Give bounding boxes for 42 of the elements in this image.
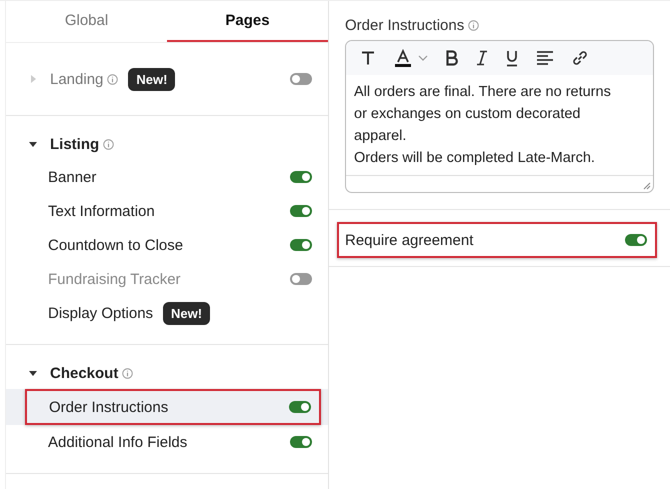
text-icon[interactable] bbox=[360, 50, 376, 66]
editor-paragraph: Orders will be completed Late-March. bbox=[354, 149, 596, 168]
align-left-icon[interactable] bbox=[536, 50, 554, 66]
bold-icon[interactable] bbox=[445, 50, 459, 66]
toggle-switch[interactable] bbox=[625, 234, 647, 246]
toggle-switch[interactable] bbox=[290, 171, 312, 183]
toggle-switch[interactable] bbox=[290, 73, 312, 85]
section-title: Landing bbox=[50, 70, 104, 88]
toggle-switch[interactable] bbox=[290, 205, 312, 217]
item-label: Additional Info Fields bbox=[48, 434, 188, 450]
section-title: Checkout bbox=[50, 364, 118, 382]
toggle-switch[interactable] bbox=[290, 239, 312, 251]
item-label: Text Information bbox=[48, 202, 155, 220]
new-badge: New! bbox=[128, 68, 176, 90]
caret-icon[interactable] bbox=[28, 139, 38, 149]
info-icon bbox=[107, 74, 118, 84]
toggle-switch[interactable] bbox=[289, 401, 311, 413]
item-label: Countdown to Close bbox=[48, 236, 184, 254]
font-color-icon[interactable] bbox=[393, 48, 413, 68]
editor-paragraph: All orders are final. There are no returns or exchanges on custom decorated apparel. bbox=[354, 83, 612, 146]
underline-icon[interactable] bbox=[505, 50, 519, 66]
section-title: Listing bbox=[50, 136, 100, 152]
item-label: Banner bbox=[48, 168, 96, 186]
info-icon bbox=[103, 138, 114, 150]
new-badge: New! bbox=[163, 302, 210, 324]
toggle-switch[interactable] bbox=[290, 436, 312, 448]
info-icon bbox=[468, 20, 480, 31]
selected-row[interactable]: Order Instructions bbox=[6, 389, 328, 425]
chevron-down-icon[interactable] bbox=[418, 55, 428, 61]
field-label: Order Instructions bbox=[345, 17, 464, 34]
tab[interactable]: Pages bbox=[167, 1, 328, 42]
link-icon[interactable] bbox=[571, 49, 589, 67]
item-label: Display Options bbox=[48, 304, 154, 322]
info-icon bbox=[122, 368, 134, 378]
resize-grip-icon[interactable] bbox=[643, 182, 651, 190]
italic-icon[interactable] bbox=[476, 50, 488, 66]
rich-text-editor[interactable]: All orders are final. There are no returns or exchanges on custom decorated apparel. Orders will be completed Late-March. bbox=[345, 40, 654, 193]
setting-label: Require agreement bbox=[345, 232, 474, 248]
item-label: Order Instructions bbox=[49, 398, 168, 416]
item-label: Fundraising Tracker bbox=[48, 270, 181, 288]
tab[interactable]: Global bbox=[6, 1, 167, 42]
caret-icon[interactable] bbox=[28, 368, 38, 378]
